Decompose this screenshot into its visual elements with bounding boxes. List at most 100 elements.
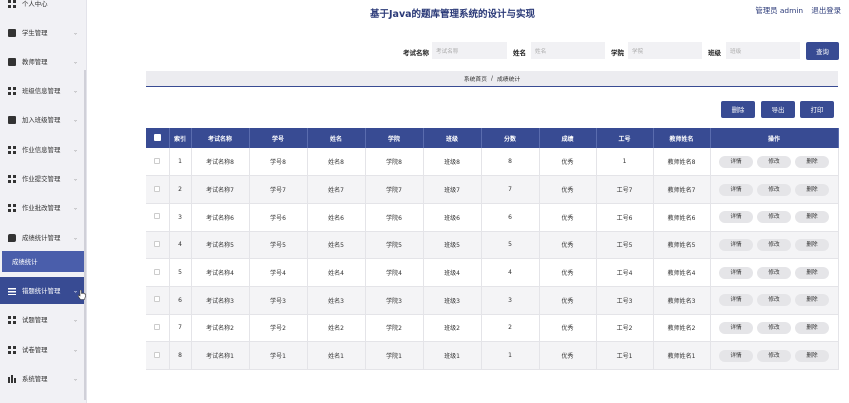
sidebar-item-homework-grading[interactable]: 作业批改管理 ⌄ xyxy=(0,194,86,221)
table-row[interactable]: 3 考试名称6 学号6 姓名6 学院6 班级6 6 优秀 工号6 教师姓名6 详情 修改 删除 xyxy=(146,203,839,232)
row-checkbox[interactable] xyxy=(154,296,161,303)
work-no-cell: 工号4 xyxy=(596,258,654,287)
detail-button[interactable]: 详情 xyxy=(719,266,753,279)
table-row[interactable]: 8 考试名称1 学号1 姓名1 学院1 班级1 1 优秀 工号1 教师姓名1 详情 修改 删除 xyxy=(146,341,839,370)
table-row[interactable]: 4 考试名称5 学号5 姓名5 学院5 班级5 5 优秀 工号5 教师姓名5 详情 修改 删除 xyxy=(146,231,839,260)
sidebar-item-system[interactable]: 系统管理 ⌄ xyxy=(0,365,86,392)
score-table: 索引 考试名称 学号 姓名 学院 班级 分数 成绩 工号 教师姓名 操作 1 考试… xyxy=(146,128,839,370)
sidebar-scrollbar[interactable] xyxy=(84,70,86,400)
row-select-cell[interactable] xyxy=(146,341,170,370)
sidebar-item-wrong-question-stats[interactable]: 错题统计管理 ⌄ xyxy=(0,277,86,304)
table-row[interactable]: 7 考试名称2 学号2 姓名2 学院2 班级2 2 优秀 工号2 教师姓名2 详情 修改 删除 xyxy=(146,314,839,343)
logout-link[interactable]: 退出登录 xyxy=(811,6,841,15)
row-select-cell[interactable] xyxy=(146,258,170,287)
detail-button[interactable]: 详情 xyxy=(719,349,753,362)
college-input[interactable]: 学院 xyxy=(628,42,702,59)
class-cell: 班级8 xyxy=(423,148,482,177)
row-delete-button[interactable]: 删除 xyxy=(795,238,829,251)
edit-button[interactable]: 修改 xyxy=(757,155,791,168)
row-checkbox[interactable] xyxy=(154,157,161,164)
sidebar-item-score-stats[interactable]: 成绩统计管理 ⌄ xyxy=(0,224,86,251)
chevron-down-icon: ⌄ xyxy=(72,234,78,241)
table-row[interactable]: 2 考试名称7 学号7 姓名7 学院7 班级7 7 优秀 工号7 教师姓名7 详情 修改 删除 xyxy=(146,175,839,204)
student-id-cell: 学号5 xyxy=(249,231,308,260)
row-select-cell[interactable] xyxy=(146,314,170,343)
work-no-cell: 工号6 xyxy=(596,203,654,232)
detail-button[interactable]: 详情 xyxy=(719,183,753,196)
work-no-cell: 工号5 xyxy=(596,231,654,260)
edit-button[interactable]: 修改 xyxy=(757,266,791,279)
select-all-checkbox[interactable] xyxy=(153,133,161,141)
sidebar-item-join-class[interactable]: 加入班级管理 ⌄ xyxy=(0,106,86,133)
grid-icon xyxy=(8,86,16,95)
print-button[interactable]: 打印 xyxy=(800,101,834,118)
edit-button[interactable]: 修改 xyxy=(757,294,791,307)
row-select-cell[interactable] xyxy=(146,203,170,232)
row-delete-button[interactable]: 删除 xyxy=(795,349,829,362)
row-checkbox[interactable] xyxy=(154,185,161,192)
class-cell: 班级1 xyxy=(423,341,482,370)
sidebar-item-homework-info[interactable]: 作业信息管理 ⌄ xyxy=(0,136,86,163)
sidebar-item-teachers[interactable]: 教师管理 ⌄ xyxy=(0,48,86,75)
name-cell: 姓名1 xyxy=(307,341,366,370)
sidebar-item-homework-submit[interactable]: 作业提交管理 ⌄ xyxy=(0,165,86,192)
row-select-cell[interactable] xyxy=(146,286,170,315)
class-input[interactable]: 班级 xyxy=(726,42,800,59)
college-label: 学院 xyxy=(611,49,624,57)
sidebar-item-profile[interactable]: 个人中心 xyxy=(0,0,86,17)
detail-button[interactable]: 详情 xyxy=(719,211,753,224)
select-all-cell[interactable] xyxy=(146,128,170,148)
row-delete-button[interactable]: 删除 xyxy=(795,321,829,334)
row-select-cell[interactable] xyxy=(146,175,170,204)
row-checkbox[interactable] xyxy=(154,323,161,330)
edit-button[interactable]: 修改 xyxy=(757,211,791,224)
row-select-cell[interactable] xyxy=(146,231,170,260)
breadcrumb-home[interactable]: 系统首页 xyxy=(464,74,487,83)
sidebar-item-label: 系统管理 xyxy=(22,375,48,383)
query-button[interactable]: 查询 xyxy=(806,42,839,60)
row-delete-button[interactable]: 删除 xyxy=(795,266,829,279)
column-header-grade: 成绩 xyxy=(539,128,597,148)
sidebar-subitem-score-stats[interactable]: 成绩统计 xyxy=(2,251,84,272)
sidebar-item-questions[interactable]: 试题管理 ⌄ xyxy=(0,306,86,333)
row-checkbox[interactable] xyxy=(154,213,161,220)
column-header-exam: 考试名称 xyxy=(191,128,250,148)
student-id-cell: 学号4 xyxy=(249,258,308,287)
name-cell: 姓名2 xyxy=(307,314,366,343)
edit-button[interactable]: 修改 xyxy=(757,183,791,196)
row-delete-button[interactable]: 删除 xyxy=(795,155,829,168)
name-input[interactable]: 姓名 xyxy=(531,42,605,59)
sidebar-item-students[interactable]: 学生管理 ⌄ xyxy=(0,19,86,46)
detail-button[interactable]: 详情 xyxy=(719,294,753,307)
export-button[interactable]: 导出 xyxy=(761,101,795,118)
row-delete-button[interactable]: 删除 xyxy=(795,211,829,224)
edit-button[interactable]: 修改 xyxy=(757,321,791,334)
detail-button[interactable]: 详情 xyxy=(719,238,753,251)
name-cell: 姓名4 xyxy=(307,258,366,287)
index-cell: 6 xyxy=(169,286,192,315)
detail-button[interactable]: 详情 xyxy=(719,321,753,334)
grade-cell: 优秀 xyxy=(539,286,597,315)
actions-cell: 详情 修改 删除 xyxy=(710,175,839,204)
detail-button[interactable]: 详情 xyxy=(719,155,753,168)
exam-name-input[interactable]: 考试名称 xyxy=(432,42,507,59)
table-row[interactable]: 6 考试名称3 学号3 姓名3 学院3 班级3 3 优秀 工号3 教师姓名3 详情 修改 删除 xyxy=(146,286,839,315)
chevron-down-icon: ⌄ xyxy=(72,346,78,353)
row-select-cell[interactable] xyxy=(146,148,170,177)
row-checkbox[interactable] xyxy=(154,351,161,358)
name-cell: 姓名7 xyxy=(307,175,366,204)
teacher-name-cell: 教师姓名5 xyxy=(653,231,711,260)
row-checkbox[interactable] xyxy=(154,240,161,247)
name-cell: 姓名8 xyxy=(307,148,366,177)
sidebar-item-class-info[interactable]: 班级信息管理 ⌄ xyxy=(0,77,86,104)
row-delete-button[interactable]: 删除 xyxy=(795,294,829,307)
grade-cell: 优秀 xyxy=(539,314,597,343)
row-checkbox[interactable] xyxy=(154,268,161,275)
row-delete-button[interactable]: 删除 xyxy=(795,183,829,196)
edit-button[interactable]: 修改 xyxy=(757,349,791,362)
edit-button[interactable]: 修改 xyxy=(757,238,791,251)
table-row[interactable]: 1 考试名称8 学号8 姓名8 学院8 班级8 8 优秀 1 教师姓名8 详情 修改 删除 xyxy=(146,148,839,177)
table-row[interactable]: 5 考试名称4 学号4 姓名4 学院4 班级4 4 优秀 工号4 教师姓名4 详情 修改 删除 xyxy=(146,258,839,287)
delete-button[interactable]: 删除 xyxy=(721,101,755,118)
sidebar-item-papers[interactable]: 试卷管理 ⌄ xyxy=(0,336,86,363)
